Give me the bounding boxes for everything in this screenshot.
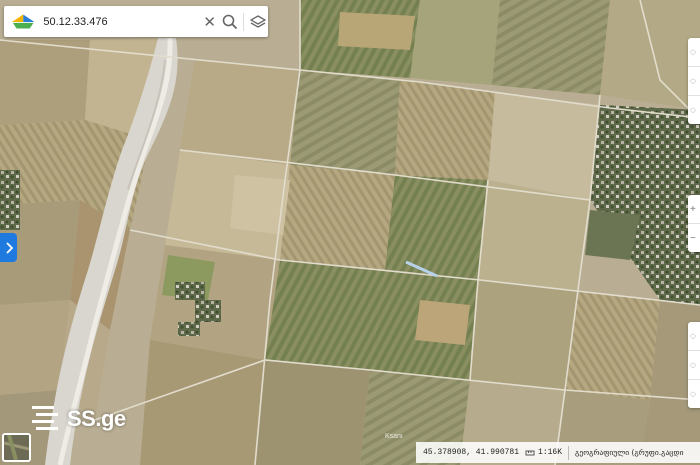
zoom-controls: + − [688,195,700,252]
search-bar: ✕ [4,6,268,37]
map-credit: გეოგრაფიული (გრუფი.გაცდი [575,448,684,457]
place-label: Ksani [385,433,403,440]
measure-tools-panel: ◌ ◌ ◌ [688,322,700,408]
tool-button[interactable]: ◌ [688,351,700,380]
layers-icon[interactable] [247,11,268,33]
zoom-out-button[interactable]: − [688,224,700,252]
ss-logo-icon [32,406,58,430]
ss-watermark: SS.ge [30,404,126,434]
status-bar: 45.378908, 41.990781 1:16K გეოგრაფიული (… [416,442,700,463]
expand-panel-button[interactable] [0,233,17,262]
map-tools-panel: ◌ ◌ ◌ [688,38,700,124]
ss-logo-icon[interactable] [11,13,35,31]
coordinates-readout: 45.378908, 41.990781 [423,448,520,457]
tool-button[interactable]: ◌ [688,380,700,408]
separator [243,12,245,31]
basemap-switcher[interactable] [2,433,31,462]
fields-east [360,270,660,465]
brand-name: SS.ge [67,406,126,431]
scale-readout: 1:16K [538,448,563,457]
satellite-map[interactable]: Ksani [0,0,700,465]
tool-button[interactable]: ◌ [688,322,700,351]
search-icon[interactable] [220,11,241,33]
zoom-in-button[interactable]: + [688,195,700,224]
search-input[interactable] [41,14,186,29]
tool-button[interactable]: ◌ [688,96,700,124]
close-icon[interactable]: ✕ [199,11,220,33]
tool-button[interactable]: ◌ [688,67,700,96]
tool-button[interactable]: ◌ [688,38,700,67]
separator [568,445,570,460]
ruler-icon [525,450,535,455]
chevron-right-icon [5,241,13,254]
